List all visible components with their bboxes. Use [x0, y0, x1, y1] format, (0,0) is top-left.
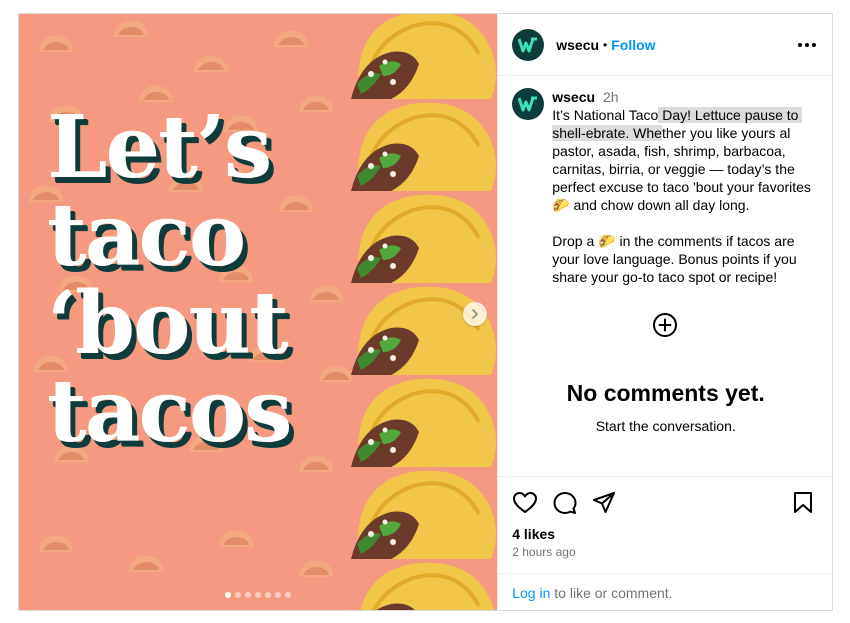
wsecu-logo-icon	[518, 96, 538, 112]
username[interactable]: wsecu	[556, 37, 599, 53]
carousel-dot	[275, 592, 281, 598]
caption-text: It’s National Taco Day! Lettuce pause to…	[552, 106, 812, 286]
comment-icon	[553, 492, 577, 514]
caption-time[interactable]: 2h	[603, 89, 619, 105]
share-icon	[593, 492, 616, 513]
like-button[interactable]	[512, 491, 538, 520]
actions-section: 4 likes 2 hours ago Log in to like or co…	[498, 476, 834, 612]
login-prompt: Log in to like or comment.	[498, 573, 834, 612]
headline-line: taco	[47, 185, 246, 286]
no-comments-subtitle: Start the conversation.	[595, 418, 736, 434]
caption-text-rest: ther you like yours al pastor, asada, fi…	[552, 125, 811, 285]
login-link[interactable]: Log in	[512, 585, 550, 601]
share-button[interactable]	[592, 491, 616, 520]
more-dot	[798, 42, 802, 47]
login-rest-text: to like or comment.	[550, 585, 673, 601]
carousel-dot	[265, 592, 271, 598]
caption-body: wsecu 2h It’s National Taco Day! Lettuce…	[552, 88, 812, 286]
chevron-right-icon	[472, 309, 478, 319]
headline-line: tacos	[47, 361, 293, 462]
caption-text-start: It’s National Taco	[552, 107, 659, 123]
carousel-dot	[255, 592, 261, 598]
add-comment-button[interactable]	[652, 312, 678, 343]
no-comments-title: No comments yet.	[566, 380, 765, 406]
heart-icon	[513, 492, 538, 513]
carousel-dot	[235, 592, 241, 598]
caption-username[interactable]: wsecu	[552, 89, 595, 105]
action-icons	[512, 491, 818, 517]
plus-circle-icon	[653, 313, 678, 337]
next-slide-button[interactable]	[463, 302, 487, 326]
login-text: Log in to like or comment.	[512, 585, 672, 601]
likes-count[interactable]: 4 likes	[512, 526, 555, 542]
post-sidebar: wsecu • Follow wsecu 2h It’s National Ta…	[497, 14, 834, 612]
separator-dot: •	[603, 37, 608, 52]
bookmark-icon	[794, 492, 813, 513]
more-dot	[812, 42, 816, 47]
comment-button[interactable]	[552, 491, 578, 520]
carousel-dot	[285, 592, 291, 598]
headline-line: ‘bout	[47, 273, 289, 374]
caption-avatar[interactable]	[512, 88, 545, 120]
follow-button[interactable]: Follow	[611, 37, 655, 53]
more-dot	[805, 42, 809, 47]
more-options-button[interactable]	[798, 42, 816, 47]
carousel-dot	[245, 592, 251, 598]
instagram-post: Let’s taco ‘bout tacos wsecu • Follow ws…	[18, 13, 834, 612]
wsecu-logo-icon	[518, 37, 538, 52]
save-button[interactable]	[793, 491, 813, 520]
headline-line: Let’s	[47, 97, 272, 198]
post-timestamp[interactable]: 2 hours ago	[512, 545, 575, 559]
carousel-dot	[225, 592, 231, 598]
carousel-indicator	[225, 592, 291, 598]
post-headline: Let’s taco ‘bout tacos	[47, 104, 347, 456]
avatar[interactable]	[512, 28, 545, 61]
post-header: wsecu • Follow	[498, 14, 832, 76]
caption: wsecu 2h It’s National Taco Day! Lettuce…	[512, 88, 812, 286]
post-image[interactable]: Let’s taco ‘bout tacos	[19, 14, 498, 610]
